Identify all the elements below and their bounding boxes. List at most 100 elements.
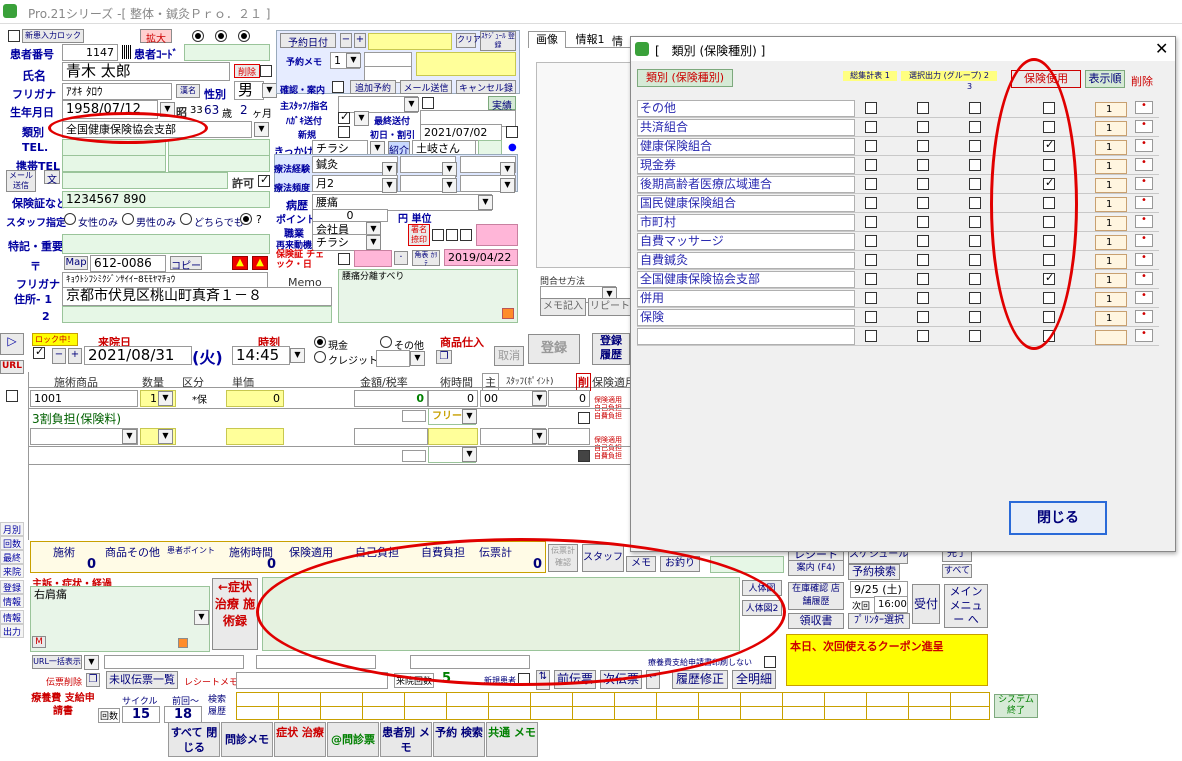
row1-sub-field[interactable] <box>402 410 426 422</box>
dialog-close-button[interactable]: 閉じる <box>1009 501 1107 535</box>
add-reserve-button[interactable]: 追加予約 <box>350 80 396 94</box>
delete-checkbox[interactable] <box>260 65 272 77</box>
category-ins-checkbox[interactable] <box>1043 292 1055 304</box>
category-c3-checkbox[interactable] <box>969 178 981 190</box>
side-output[interactable]: 出力 <box>0 624 24 638</box>
new-patient-lock-button[interactable]: 新患入力ロック <box>22 29 84 43</box>
category-c1-checkbox[interactable] <box>865 330 877 342</box>
plus-button[interactable]: + <box>354 33 366 48</box>
symptom-treatment-button[interactable]: 症状 治療 <box>274 722 326 757</box>
category-ins-checkbox[interactable] <box>1043 138 1055 152</box>
side-info2[interactable]: 情報 <box>0 610 24 624</box>
row2-sub-field[interactable] <box>402 450 426 462</box>
category-name-field[interactable]: 共済組合 <box>637 119 855 136</box>
visit-checkbox[interactable] <box>33 345 45 359</box>
revisit-dropdown[interactable]: ▼ <box>366 235 381 250</box>
category-c2-checkbox[interactable] <box>917 159 929 171</box>
category-ins-checkbox[interactable] <box>1043 216 1055 228</box>
category-ins-checkbox[interactable] <box>1043 121 1055 133</box>
repeat-button[interactable]: リピート <box>588 298 632 316</box>
category-name-field[interactable]: 健康保険組合 <box>637 138 855 155</box>
memo-totals-button[interactable]: メモ <box>626 556 656 572</box>
patient-id-field[interactable]: 1147 <box>62 44 118 61</box>
interview-memo-button[interactable]: 問診メモ <box>221 722 273 757</box>
row2-time[interactable] <box>428 428 478 445</box>
signature-field[interactable] <box>476 224 518 246</box>
category-c2-checkbox[interactable] <box>917 254 929 266</box>
category-ins-checkbox[interactable] <box>1043 271 1055 285</box>
category-c3-checkbox[interactable] <box>969 330 981 342</box>
category-c3-checkbox[interactable] <box>969 311 981 323</box>
delete-row-button[interactable]: • <box>1135 291 1153 304</box>
main-menu-button[interactable]: メイン メニュー へ <box>944 584 988 628</box>
permit-checkbox[interactable] <box>258 173 270 187</box>
category-c1-checkbox[interactable] <box>865 254 877 266</box>
url-field-2[interactable] <box>256 655 376 669</box>
goods-copy-icon[interactable]: ❐ <box>436 350 452 364</box>
row2-free-dropdown[interactable]: ▼ <box>462 447 477 462</box>
cancel-visit-button[interactable]: 取消 <box>494 346 524 366</box>
row1-amount[interactable]: 0 <box>354 390 428 407</box>
category-c1-checkbox[interactable] <box>865 311 877 323</box>
category-ins-checkbox[interactable] <box>1043 330 1055 342</box>
insurance-use-button[interactable]: 保険使用 <box>1011 70 1081 88</box>
row1-staff-pt[interactable]: 0 <box>548 390 590 407</box>
tab-info2[interactable]: 情報2 <box>612 33 632 48</box>
free-dropdown[interactable]: ▼ <box>462 409 477 424</box>
register-visit-button[interactable]: 登録 <box>528 334 580 364</box>
printer-select-button[interactable]: ﾌﾟﾘﾝﾀｰ選択 <box>848 613 910 629</box>
memo-area[interactable]: 腰痛分離すべり <box>338 269 518 323</box>
category-ins-checkbox[interactable] <box>1043 254 1055 266</box>
delete-row-button[interactable]: • <box>1135 329 1153 342</box>
hagaki-dropdown[interactable]: ▼ <box>354 111 369 126</box>
category-ins-checkbox[interactable] <box>1043 235 1055 247</box>
reserve-search-button[interactable]: 予約検索 <box>848 564 900 580</box>
delete-row-button[interactable]: • <box>1135 101 1153 114</box>
staff-q-radio[interactable] <box>240 213 252 225</box>
url-bulk-dropdown[interactable]: ▼ <box>84 655 99 670</box>
side-last[interactable]: 最終 <box>0 550 24 564</box>
category-c1-checkbox[interactable] <box>865 178 877 190</box>
category-name-field[interactable]: 自費鍼灸 <box>637 252 855 269</box>
category-c2-checkbox[interactable] <box>917 140 929 152</box>
display-order-field[interactable]: 1 <box>1095 159 1127 174</box>
url-field-3[interactable] <box>410 655 530 669</box>
tab-image[interactable]: 画像 <box>528 31 566 48</box>
delete-row-button[interactable]: • <box>1135 177 1153 190</box>
delete-row-button[interactable]: • <box>1135 215 1153 228</box>
row2-ins-checkbox[interactable] <box>578 450 590 462</box>
full-detail-button[interactable]: 全明細 <box>732 670 776 689</box>
memo-orange-icon[interactable] <box>502 308 514 319</box>
tel-field[interactable] <box>62 139 166 156</box>
treat-freq2-dropdown[interactable]: ▼ <box>442 178 457 193</box>
display-order-field[interactable]: 1 <box>1095 121 1127 136</box>
category-dropdown[interactable]: ▼ <box>254 122 269 137</box>
pay-cash-radio[interactable] <box>314 336 326 348</box>
first-date-field[interactable]: 2021/07/02 <box>420 124 502 141</box>
category-c1-checkbox[interactable] <box>865 273 877 285</box>
category-name-field[interactable]: 全国健康保険協会支部 <box>637 271 855 288</box>
category-c1-checkbox[interactable] <box>865 102 877 114</box>
notes-field[interactable] <box>62 234 270 254</box>
time-dropdown[interactable]: ▼ <box>290 348 305 363</box>
name-field[interactable]: 青木 太郎 <box>62 62 230 81</box>
tel2-field[interactable] <box>168 139 270 156</box>
staff-female-radio[interactable] <box>64 213 76 225</box>
complaint-left-button[interactable]: ←症状 治療 施術録 <box>212 578 258 650</box>
category-ins-checkbox[interactable] <box>1043 102 1055 114</box>
all-button[interactable]: すべて <box>942 564 972 578</box>
cancel-record-button[interactable]: キャンセル録 <box>456 80 516 94</box>
delete-row-button[interactable]: • <box>1135 120 1153 133</box>
accept-button[interactable]: 受付 <box>912 584 940 624</box>
side-monthly[interactable]: 月別 <box>0 522 24 536</box>
time-field[interactable]: 14:45 <box>232 346 290 365</box>
url-bulk-button[interactable]: URL一括表示 <box>32 655 82 669</box>
category-c3-checkbox[interactable] <box>969 254 981 266</box>
display-order-field[interactable]: 1 <box>1095 311 1127 326</box>
reservation-search-button[interactable]: 予約 検索 <box>433 722 485 757</box>
mobile2-field[interactable] <box>168 155 270 172</box>
side-register[interactable]: 登録 <box>0 580 24 594</box>
reserve-memo-text[interactable] <box>416 52 516 76</box>
treatment-notes-area[interactable] <box>262 577 740 651</box>
mail-send-button[interactable]: メール送信 <box>6 170 36 192</box>
